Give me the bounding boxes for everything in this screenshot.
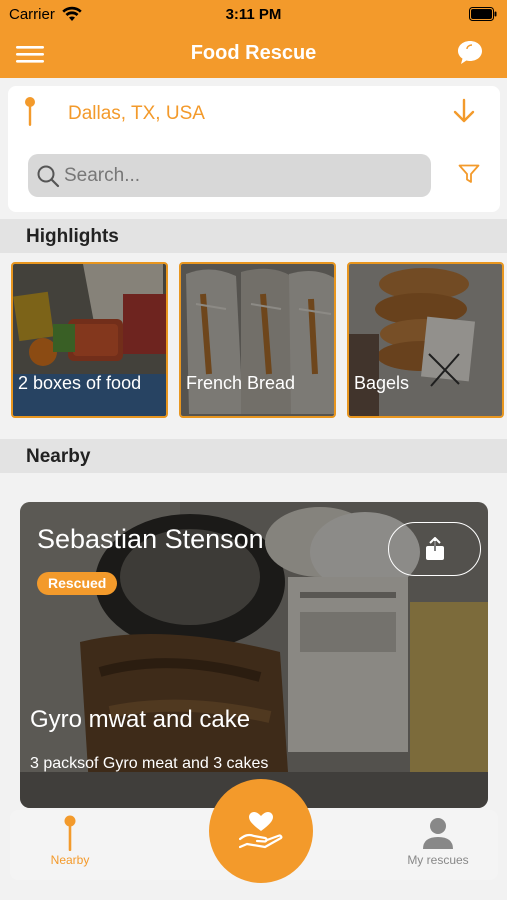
search-icon	[36, 164, 60, 193]
listing-title: Gyro mwat and cake	[30, 706, 251, 733]
page-title: Food Rescue	[190, 42, 317, 64]
highlight-card[interactable]: 2 boxes of food	[11, 262, 168, 418]
hand-heart-icon	[239, 812, 283, 849]
status-bar: Carrier 3:11 PM	[0, 0, 507, 30]
highlight-card[interactable]: Bagels	[347, 262, 504, 418]
chat-bubbles-icon[interactable]	[455, 39, 485, 69]
tab-my-rescues[interactable]: My rescues	[378, 810, 498, 880]
tab-label: My rescues	[407, 853, 469, 867]
location-text[interactable]: Dallas, TX, USA	[68, 103, 205, 125]
highlight-label: Bagels	[354, 373, 410, 393]
highlight-label: 2 boxes of food	[18, 373, 142, 393]
highlights-section-header: Highlights	[0, 219, 507, 253]
share-icon	[426, 537, 444, 560]
nearby-listing-card[interactable]: Sebastian Stenson Rescued Gyro mwat and …	[20, 502, 488, 808]
filter-icon[interactable]	[458, 164, 480, 189]
navigation-bar: Food Rescue	[0, 30, 507, 78]
location-search-card: Dallas, TX, USA	[8, 86, 500, 212]
tab-nearby[interactable]: Nearby	[10, 810, 130, 880]
search-input[interactable]	[64, 158, 424, 193]
donor-name: Sebastian Stenson	[37, 524, 264, 554]
highlights-heading: Highlights	[26, 226, 119, 247]
share-button[interactable]	[388, 522, 481, 576]
person-icon	[423, 814, 453, 855]
location-pin-icon	[55, 814, 85, 857]
highlight-card[interactable]: French Bread	[179, 262, 336, 418]
clock: 3:11 PM	[225, 6, 282, 23]
arrow-down-icon[interactable]	[452, 98, 476, 129]
highlight-label: French Bread	[186, 373, 296, 393]
battery-icon	[469, 7, 497, 26]
location-pin-icon	[22, 96, 38, 133]
status-badge: Rescued	[37, 572, 118, 595]
search-box	[28, 154, 431, 197]
tab-label: Nearby	[50, 853, 90, 867]
listing-description: 3 packsof Gyro meat and 3 cakes	[30, 755, 269, 772]
rescue-action-button[interactable]	[209, 779, 313, 883]
nearby-heading: Nearby	[26, 446, 91, 467]
nearby-section-header: Nearby	[0, 439, 507, 473]
